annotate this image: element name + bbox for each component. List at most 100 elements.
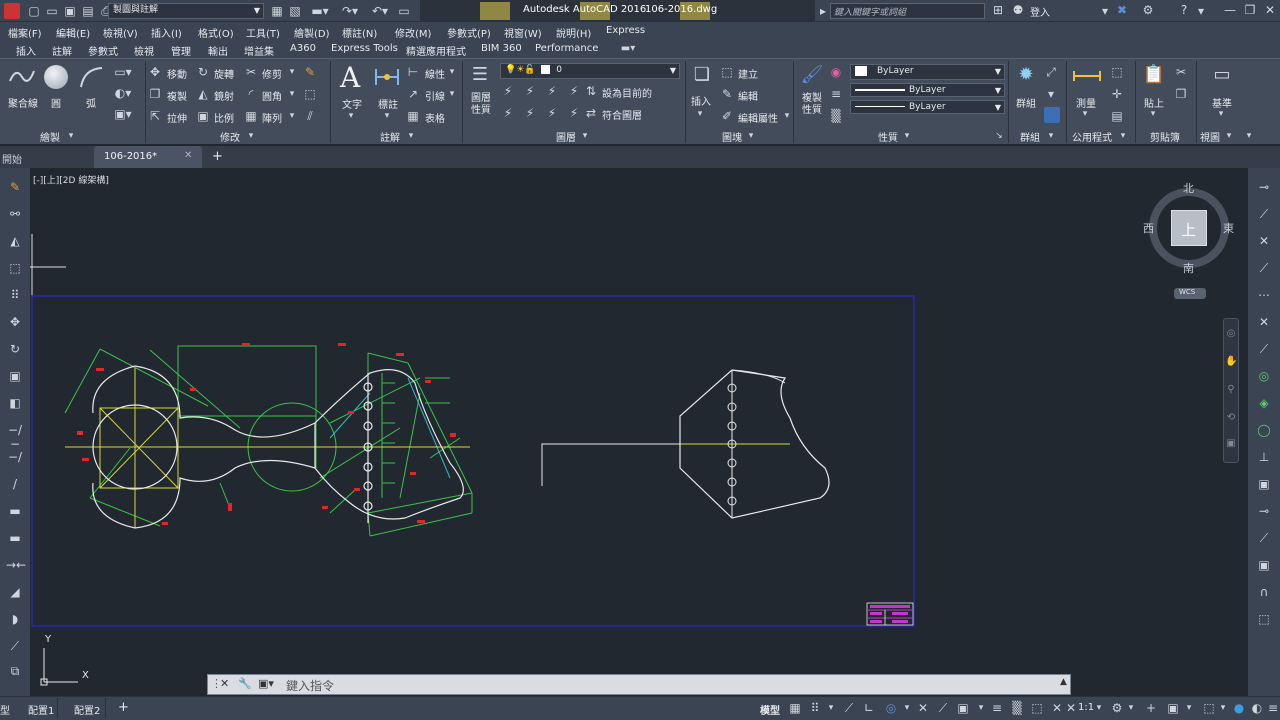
properties-panel-title[interactable]: 性質 — [878, 129, 898, 144]
drawing-viewport[interactable]: [-][上][2D 線架構] ◎ ✋ ⚲ ⟲ ▣ 上 北 南 東 西 WCS Y… — [30, 168, 1248, 696]
signin-dropdown-icon[interactable]: ▾ — [1100, 4, 1110, 18]
circle-label[interactable]: 圓 — [51, 95, 61, 110]
isodraft-icon[interactable]: ✕ — [916, 701, 930, 715]
paste-dropdown-icon[interactable]: ▾ — [1148, 107, 1158, 121]
rotate-tool-icon[interactable]: ↻ — [6, 342, 24, 356]
leader-icon[interactable]: ↗ — [406, 87, 420, 101]
array-label[interactable]: 陣列 — [262, 110, 282, 125]
group-label[interactable]: 群組 — [1016, 95, 1036, 110]
lineweight-icon[interactable]: ≡ — [990, 701, 1004, 715]
edit-attr-dropdown-icon[interactable]: ▾ — [782, 109, 792, 123]
annotation-monitor-icon[interactable]: + — [1144, 701, 1158, 715]
exchange-icon[interactable]: ✖ — [1114, 3, 1130, 17]
array-tool-icon[interactable]: ⠿ — [6, 288, 24, 302]
annotation-scale[interactable]: 1:1 — [1078, 702, 1094, 713]
match-properties-label[interactable]: 複製 性質 — [802, 93, 822, 117]
scale-tool-icon[interactable]: ▣ — [6, 369, 24, 383]
offset-tool-icon[interactable]: ⬚ — [6, 261, 24, 275]
scale-label[interactable]: 比例 — [214, 110, 234, 125]
quick-select-icon[interactable]: ⬚ — [1110, 65, 1124, 79]
linear-icon[interactable]: ⊢ — [406, 65, 420, 79]
tab-close-icon[interactable]: ✕ — [184, 150, 192, 161]
properties-panel-expand-icon[interactable]: ▾ — [902, 129, 912, 143]
command-line[interactable]: ⋮ ✕ 🔧 ▣▾ 鍵入指令 ▲ — [207, 674, 1071, 695]
save-icon[interactable]: ▣ — [64, 4, 76, 18]
search-arrow-icon[interactable]: ▸ — [818, 4, 828, 18]
menu-window[interactable]: 視窗(W) — [504, 25, 542, 40]
hatch-icon[interactable]: ◐▾ — [110, 86, 136, 100]
stretch-label[interactable]: 拉伸 — [167, 110, 187, 125]
create-block-label[interactable]: 建立 — [738, 66, 758, 81]
qat-icon-1[interactable]: ▦ — [270, 4, 284, 18]
viewcube-east[interactable]: 東 — [1223, 220, 1234, 236]
command-input-placeholder[interactable]: 鍵入指令 — [286, 677, 334, 694]
nav-zoom-icon[interactable]: ⚲ — [1225, 383, 1237, 397]
snap-quadrant-icon[interactable]: ◈ — [1255, 396, 1273, 410]
menu-tools[interactable]: 工具(T) — [246, 25, 280, 40]
help-icon[interactable]: ? — [1176, 3, 1192, 17]
snap-midpoint-icon[interactable]: ⟋ — [1255, 207, 1273, 221]
brush-icon[interactable]: ✎ — [6, 180, 24, 194]
mirror-tool-icon[interactable]: ◭ — [6, 234, 24, 248]
layout2-tab[interactable]: 配置2 — [70, 698, 106, 718]
copy-clip-icon[interactable]: ❐ — [1174, 87, 1188, 101]
layout1-tab[interactable]: 配置1 — [24, 698, 58, 718]
explode-tool-icon[interactable]: ⟋ — [6, 639, 24, 653]
save-as-icon[interactable]: ▤ — [82, 4, 94, 18]
layer-tool-icon-5[interactable]: ⚡ — [500, 106, 516, 120]
open-file-icon[interactable]: ▭ — [46, 4, 58, 18]
view-panel-title[interactable]: 視圖 — [1200, 129, 1220, 144]
snap-node-icon[interactable]: ⊸ — [1255, 504, 1273, 518]
create-block-icon[interactable]: ⬚ — [720, 65, 734, 79]
polar-icon[interactable]: ◎ — [884, 701, 898, 715]
group-icon[interactable]: ✹ — [1014, 63, 1038, 87]
leader-label[interactable]: 引線 — [425, 88, 445, 103]
layer-tool-icon-8[interactable]: ⚡ — [566, 106, 582, 120]
rectangle-icon[interactable]: ▭▾ — [110, 65, 136, 79]
drawing-canvas[interactable] — [30, 168, 1220, 696]
osnap-icon[interactable]: ▣ — [956, 701, 970, 715]
fillet-dropdown-icon[interactable]: ▾ — [287, 87, 297, 101]
help-dropdown-icon[interactable]: ▾ — [1196, 4, 1206, 18]
menu-format[interactable]: 格式(O) — [198, 25, 234, 40]
autocad-logo-icon[interactable] — [4, 3, 20, 19]
groups-panel-title[interactable]: 群組 — [1020, 129, 1040, 144]
blend-icon[interactable]: ◗ — [6, 612, 24, 626]
osnap-dropdown-icon[interactable]: ▾ — [976, 701, 986, 715]
fillet-label[interactable]: 圓角 — [262, 88, 282, 103]
snap-mode-icon[interactable]: ⠿ — [808, 701, 822, 715]
menu-dimension[interactable]: 標註(N) — [342, 25, 377, 40]
hardware-acceleration-icon[interactable]: ● — [1232, 701, 1246, 715]
fillet-icon[interactable]: ◜ — [244, 87, 258, 101]
match-layer-icon[interactable]: ⇄ — [584, 106, 598, 120]
insert-block-label[interactable]: 插入 — [691, 93, 711, 108]
scale-dropdown-icon[interactable]: ▾ — [1094, 701, 1104, 715]
cmd-close-icon[interactable]: ✕ — [220, 677, 229, 690]
snap-magnet-icon[interactable]: ∩ — [1255, 585, 1273, 599]
lineweight-dropdown[interactable]: ByLayer ▼ — [850, 100, 1005, 114]
menu-view[interactable]: 檢視(V) — [103, 25, 138, 40]
trim-label[interactable]: 修剪 — [262, 66, 282, 81]
layers-panel-title[interactable]: 圖層 — [556, 129, 576, 144]
copy-icon[interactable]: ❐ — [148, 87, 162, 101]
workspace-dropdown[interactable]: 製圖與註解 ▼ — [108, 3, 264, 19]
cmd-history-icon[interactable]: ▲ — [1060, 677, 1067, 687]
tab-performance[interactable]: Performance — [535, 43, 598, 54]
polar-dropdown-icon[interactable]: ▾ — [902, 701, 912, 715]
minimize-icon[interactable]: — — [1222, 3, 1238, 17]
join-tool-icon[interactable]: ▬ — [6, 531, 24, 545]
measure-icon[interactable] — [1072, 67, 1102, 83]
snap-dropdown-icon[interactable]: ▾ — [826, 701, 836, 715]
arc-label[interactable]: 弧 — [86, 95, 96, 110]
search-input[interactable]: 鍵入關鍵字或詞組 — [830, 3, 985, 19]
snap-parallel-icon[interactable]: ⊥ — [1255, 450, 1273, 464]
snap-tangent-icon[interactable]: ✕ — [1255, 315, 1273, 329]
edit-attr-icon[interactable]: ✐ — [720, 109, 734, 123]
trim-icon[interactable]: ✂ — [244, 65, 258, 79]
quick-properties-dropdown-icon[interactable]: ▾ — [1218, 701, 1228, 715]
redo-icon[interactable]: ↷▾ — [340, 4, 360, 18]
auto-scale-icon[interactable]: ✕ — [1064, 701, 1078, 715]
properties-dialog-icon[interactable]: ↘ — [994, 129, 1004, 143]
view-panel-expand-icon-2[interactable]: ▾ — [1244, 129, 1254, 143]
model-tab-fragment[interactable]: 型 — [0, 702, 10, 717]
